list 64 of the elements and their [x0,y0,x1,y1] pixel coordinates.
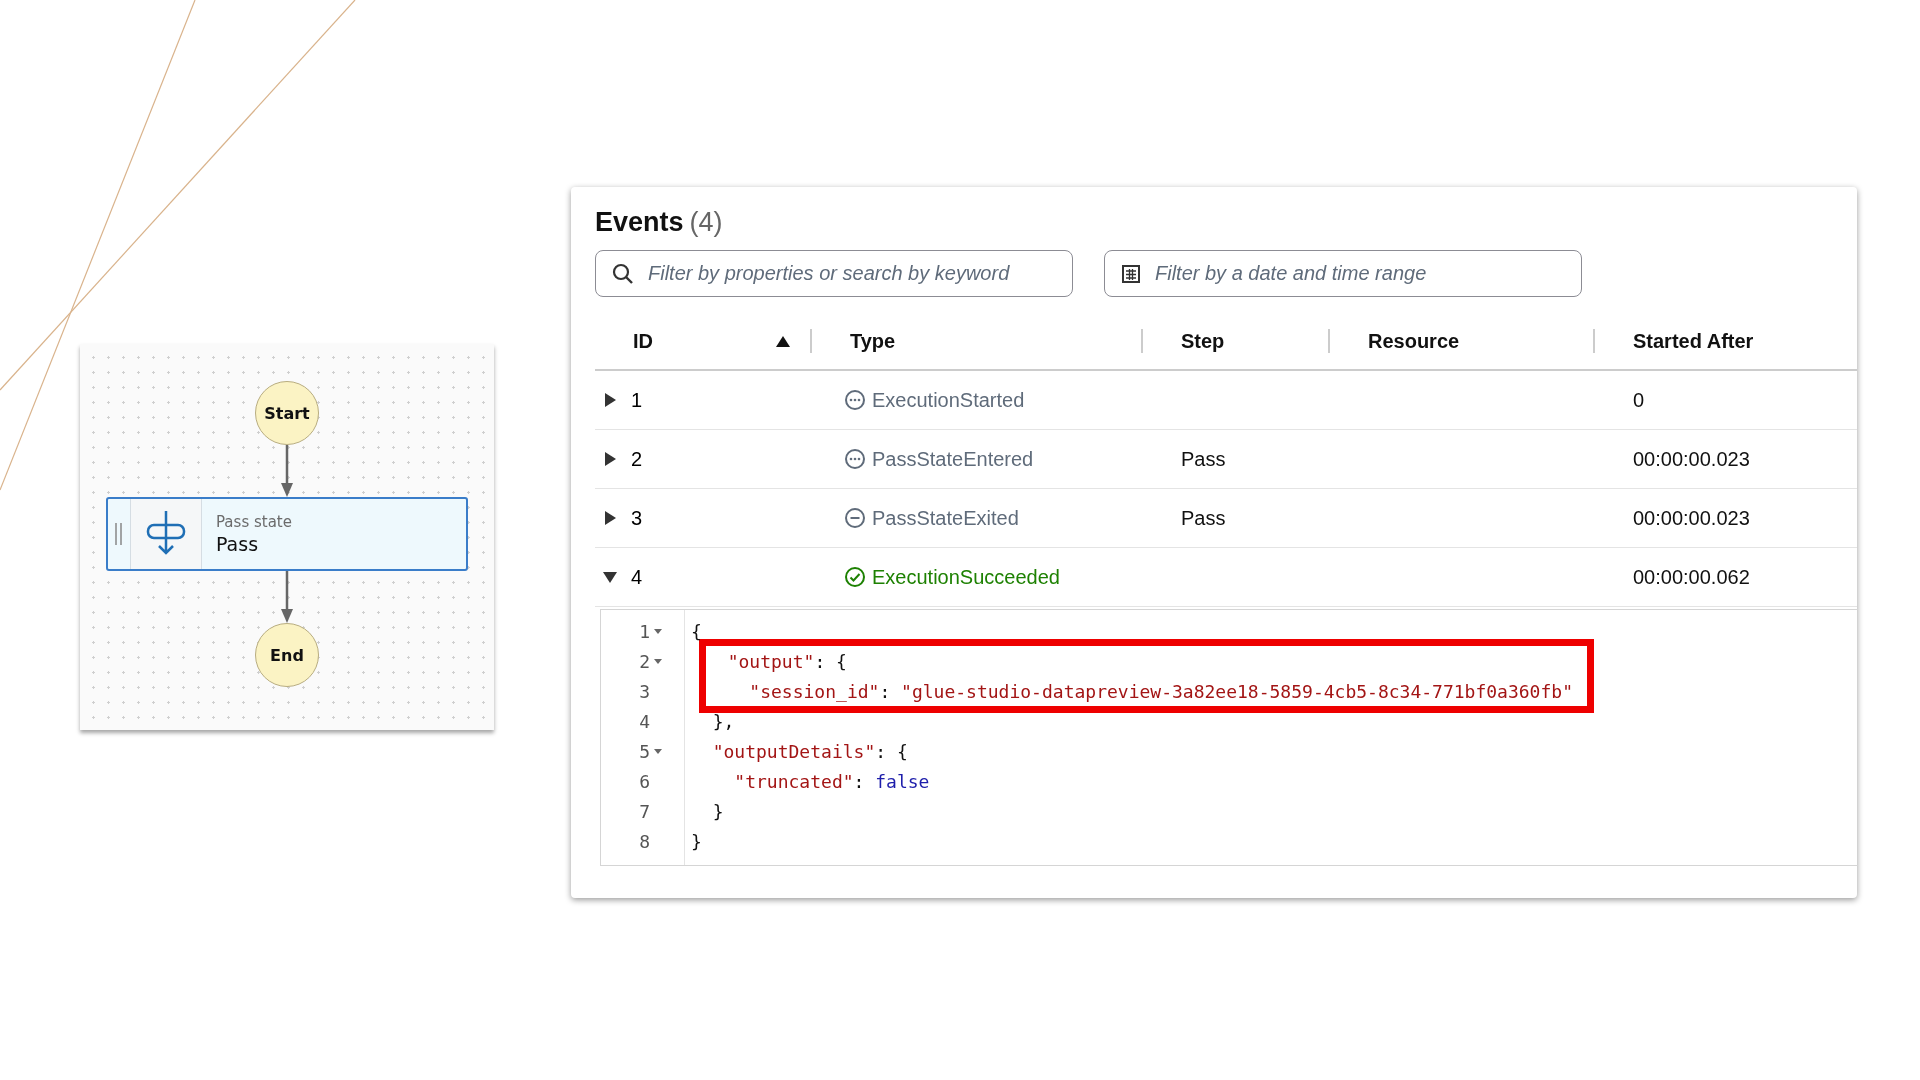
event-type: PassStateEntered [872,447,1034,471]
column-header[interactable]: Started After [1633,329,1754,353]
code-text: false [875,770,930,792]
date-range-box[interactable]: Filter by a date and time range [1104,250,1582,297]
code-text: : [879,680,892,702]
column-header[interactable]: ID [633,329,653,353]
code-text: { [691,620,702,642]
line-number: 2 [639,650,650,672]
line-number: 6 [639,770,650,792]
line-number: 7 [639,800,650,822]
code-text: "glue-studio-datapreview-3a82ee18-5859-4cb5-8c34-771bf0a360fb" [901,680,1573,702]
caret-right-icon[interactable] [603,452,617,466]
line-number: 8 [639,830,650,852]
code-text: } [691,830,702,852]
table-cell-text: Pass [1180,447,1226,470]
line-number: 1 [639,620,650,642]
line-number: 3 [639,680,650,702]
column-header[interactable]: Step [1181,329,1225,353]
table-cell: 3 [631,506,643,530]
column-header[interactable]: Type [850,329,896,353]
caret-down-icon[interactable] [603,570,617,584]
date-range-field[interactable]: Filter by a date and time range [1153,261,1581,286]
connector-arrow [281,571,293,623]
table-cell: 4 [631,565,643,589]
fold-caret-icon[interactable] [654,747,662,755]
sort-ascending-icon[interactable] [776,335,790,347]
code-text: "output" [726,650,815,672]
table-cell: 2 [631,447,643,471]
caret-right-icon[interactable] [603,393,617,407]
search-icon [612,262,634,285]
terminal-node: Start [255,381,319,445]
event-count: (4) [689,207,723,238]
code-text: }, [711,710,735,732]
caret-right-icon[interactable] [603,511,617,525]
table-cell-text: 00:00:00.023 [1632,506,1750,529]
line-number: 4 [639,710,650,732]
code-text: } [711,800,724,822]
table-cell-text: 0 [1632,388,1645,411]
event-type: PassStateExited [872,506,1019,530]
column-header[interactable]: Resource [1368,329,1460,353]
calendar-icon [1121,263,1141,284]
table-cell: 1 [631,388,643,412]
state-node[interactable]: Pass state Pass [106,497,468,571]
code-text: : [853,770,866,792]
search-field[interactable]: Filter by properties or search by keyword [646,261,1072,286]
connector-arrow [281,445,293,497]
node-type: Pass state [216,513,292,531]
node-label: Pass [216,533,260,555]
code-text: "truncated" [733,770,854,792]
code-text: "session_id" [748,680,880,702]
fold-caret-icon[interactable] [654,657,662,665]
code-text: : { [875,740,908,762]
code-text: : { [814,650,847,672]
event-type: ExecutionStarted [872,388,1025,412]
table-cell-text: 00:00:00.062 [1632,565,1750,588]
code-text: "outputDetails" [711,740,876,762]
table-cell-text: 00:00:00.023 [1632,447,1750,470]
line-number: 5 [639,740,650,762]
terminal-node: End [255,623,319,687]
table-cell-text: Pass [1180,506,1226,529]
search-box[interactable]: Filter by properties or search by keyword [595,250,1073,297]
panel-title: Events [595,207,684,238]
event-type: ExecutionSucceeded [872,565,1060,589]
fold-caret-icon[interactable] [654,627,662,635]
